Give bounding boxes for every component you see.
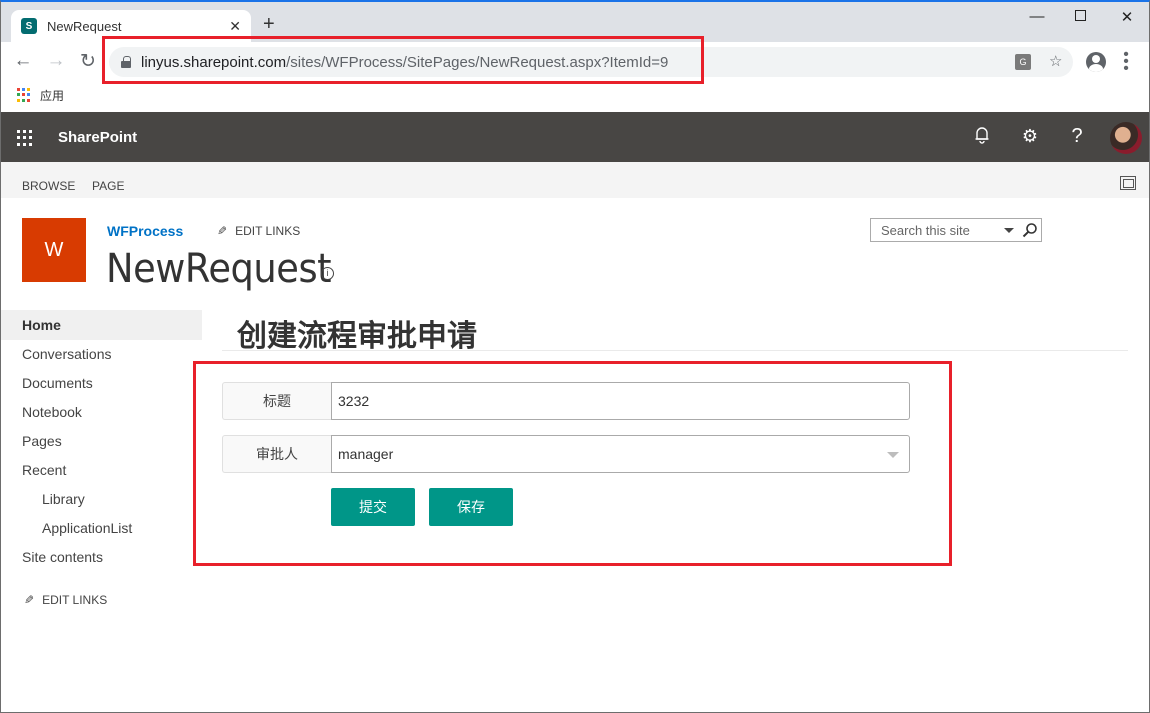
- tab-title: NewRequest: [47, 18, 122, 34]
- nav-item-site-contents[interactable]: Site contents: [1, 543, 202, 572]
- search-icon[interactable]: [1022, 222, 1038, 238]
- edit-links-label: EDIT LINKS: [235, 224, 301, 238]
- browser-menu-icon[interactable]: • • •: [1121, 47, 1131, 77]
- user-avatar[interactable]: [1110, 122, 1142, 154]
- sharepoint-brand[interactable]: SharePoint: [58, 129, 137, 146]
- title-input[interactable]: [331, 382, 910, 420]
- title-field-label: 标题: [222, 382, 331, 420]
- lock-icon[interactable]: [121, 56, 131, 68]
- approver-field-label: 审批人: [222, 435, 331, 473]
- heading-divider: [222, 350, 1128, 351]
- app-launcher-icon[interactable]: [17, 130, 33, 146]
- tab-close-icon[interactable]: ✕: [229, 18, 241, 35]
- browser-toolbar: ← → ↻ linyus.sharepoint.com/sites/WFProc…: [1, 42, 1149, 80]
- url-path: /sites/WFProcess/SitePages/NewRequest.as…: [286, 53, 669, 71]
- browser-tabstrip: S NewRequest ✕ + — ✕: [1, 2, 1149, 42]
- nav-item-conversations[interactable]: Conversations: [1, 340, 202, 369]
- nav-item-recent[interactable]: Recent: [1, 456, 202, 485]
- form-heading: 创建流程审批申请: [237, 319, 477, 354]
- nav-item-notebook[interactable]: Notebook: [1, 398, 202, 427]
- nav-item-pages[interactable]: Pages: [1, 427, 202, 456]
- pencil-icon: ✎: [24, 593, 35, 607]
- ribbon: BROWSE PAGE: [1, 162, 1149, 198]
- bookmark-star-icon[interactable]: ☆: [1049, 52, 1062, 70]
- settings-gear-icon[interactable]: ⚙: [1018, 126, 1042, 147]
- maximize-icon: [1074, 10, 1086, 21]
- approver-selected-value: manager: [338, 446, 394, 462]
- url-text[interactable]: linyus.sharepoint.com/sites/WFProcess/Si…: [141, 54, 668, 71]
- window-maximize-button[interactable]: [1070, 8, 1090, 25]
- info-icon[interactable]: i: [321, 267, 334, 280]
- forward-button[interactable]: →: [45, 50, 67, 72]
- approver-field-row: 审批人 manager: [222, 435, 910, 473]
- submit-button[interactable]: 提交: [331, 488, 415, 526]
- top-edit-links[interactable]: ✎ EDIT LINKS: [217, 224, 300, 238]
- site-search: [870, 218, 1042, 242]
- pencil-icon: ✎: [217, 224, 228, 238]
- notifications-bell-icon[interactable]: [970, 126, 994, 149]
- help-icon[interactable]: ?: [1065, 125, 1089, 148]
- save-button[interactable]: 保存: [429, 488, 513, 526]
- window-close-button[interactable]: ✕: [1117, 8, 1137, 26]
- nav-item-library[interactable]: Library: [1, 485, 202, 514]
- site-name-link[interactable]: WFProcess: [107, 223, 183, 239]
- bookmarks-bar: 应用: [1, 80, 1149, 110]
- profile-icon[interactable]: [1086, 52, 1106, 72]
- search-input[interactable]: [881, 222, 1001, 238]
- suite-bar: SharePoint ⚙ ?: [1, 112, 1149, 162]
- quick-launch: Home Conversations Documents Notebook Pa…: [1, 310, 202, 607]
- nav-item-home[interactable]: Home: [1, 310, 202, 340]
- ribbon-tab-browse[interactable]: BROWSE: [22, 179, 75, 193]
- page-title: NewRequest: [106, 246, 332, 292]
- browser-tab[interactable]: S NewRequest ✕: [11, 10, 251, 42]
- left-nav-edit-links[interactable]: ✎ EDIT LINKS: [24, 593, 107, 607]
- title-field-row: 标题: [222, 382, 910, 420]
- back-button[interactable]: ←: [12, 50, 34, 72]
- url-host: linyus.sharepoint.com: [141, 53, 287, 71]
- sharepoint-favicon-icon: S: [21, 18, 41, 34]
- chevron-down-icon: [887, 452, 899, 458]
- focus-on-content-icon[interactable]: [1120, 176, 1136, 190]
- site-logo[interactable]: W: [22, 218, 86, 282]
- bookmark-apps[interactable]: 应用: [40, 87, 64, 104]
- address-bar[interactable]: linyus.sharepoint.com/sites/WFProcess/Si…: [109, 47, 1073, 77]
- translate-icon[interactable]: G: [1015, 54, 1031, 70]
- ribbon-tab-page[interactable]: PAGE: [92, 179, 124, 193]
- approver-select[interactable]: manager: [331, 435, 910, 473]
- window-minimize-button[interactable]: —: [1027, 8, 1047, 25]
- apps-grid-icon[interactable]: [17, 88, 31, 102]
- new-tab-button[interactable]: +: [263, 14, 275, 34]
- nav-item-documents[interactable]: Documents: [1, 369, 202, 398]
- nav-item-applicationlist[interactable]: ApplicationList: [1, 514, 202, 543]
- search-scope-dropdown-icon[interactable]: [1004, 228, 1014, 233]
- reload-button[interactable]: ↻: [77, 50, 99, 73]
- edit-links-label: EDIT LINKS: [42, 593, 108, 607]
